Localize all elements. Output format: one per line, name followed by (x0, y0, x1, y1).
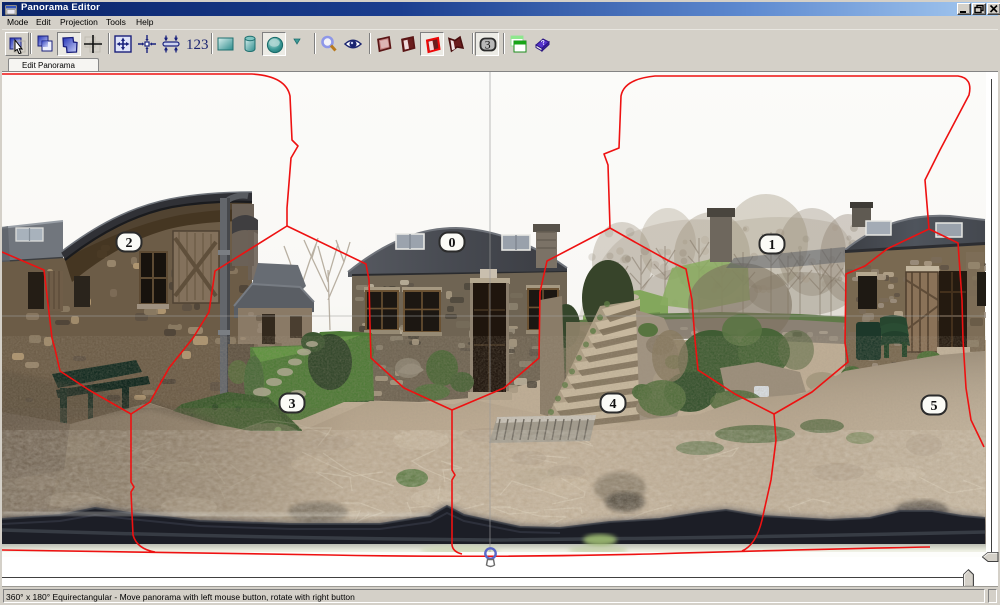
svg-text:0: 0 (449, 236, 456, 251)
svg-text:2: 2 (126, 236, 133, 251)
svg-text:4: 4 (610, 397, 617, 412)
svg-text:5: 5 (931, 399, 938, 414)
svg-text:1: 1 (769, 238, 776, 253)
svg-text:3: 3 (485, 38, 491, 52)
svg-text:123: 123 (186, 37, 209, 53)
svg-text:3: 3 (289, 397, 296, 412)
